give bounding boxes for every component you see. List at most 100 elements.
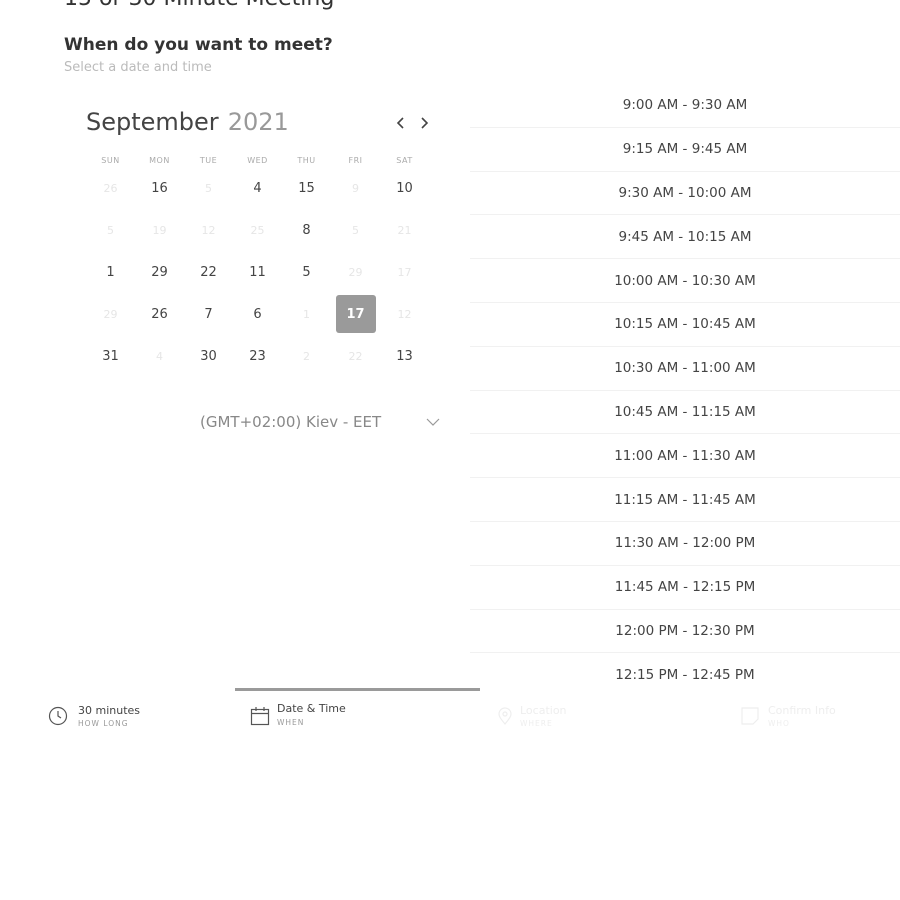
calendar-day[interactable]: 7 [184,293,233,335]
weekday-label: FRI [348,156,363,165]
calendar-day: 9 [331,168,380,210]
time-slot[interactable]: 10:15 AM - 10:45 AM [470,303,900,347]
calendar-day[interactable]: 11 [233,252,282,294]
time-slot[interactable]: 9:15 AM - 9:45 AM [470,128,900,172]
calendar-day-number: 5 [302,264,311,280]
calendar-day-number: 12 [397,307,412,321]
step-when[interactable]: Date & Time WHEN [235,688,480,738]
step-label: Confirm Info [768,704,836,717]
chevron-left-icon [396,117,404,129]
calendar-day-number: 2 [303,349,310,363]
calendar-day-number: 23 [249,348,266,364]
calendar-day-number: 26 [151,306,168,322]
calendar-day: 22 [331,335,380,377]
calendar-day-number: 29 [103,307,118,321]
time-slot-list: 9:00 AM - 9:30 AM 9:15 AM - 9:45 AM 9:30 A… [470,84,900,697]
step-label: Location [520,704,567,717]
step-progress-bar: 30 minutes HOW LONG Date & Time WHEN Loc… [0,688,900,738]
calendar-day-number: 29 [348,265,363,279]
section-heading: When do you want to meet? [64,35,333,55]
calendar-day-number: 5 [205,182,212,196]
next-month-button[interactable] [413,112,435,136]
calendar-day: 2 [282,335,331,377]
calendar-day-number: 15 [298,181,315,197]
location-pin-icon [498,707,512,725]
step-sublabel: WHEN [277,718,305,727]
chevron-down-icon[interactable] [425,414,441,430]
section-subheading: Select a date and time [64,60,212,75]
calendar-day: 26 [86,168,135,210]
calendar-week-row: 26 16 5 4 15 9 10 [86,168,429,210]
calendar-day-selected[interactable]: 17 [331,293,380,335]
time-slot[interactable]: 10:30 AM - 11:00 AM [470,347,900,391]
calendar-day[interactable]: 4 [233,168,282,210]
time-slot[interactable]: 11:30 AM - 12:00 PM [470,522,900,566]
calendar-day: 21 [380,210,429,252]
calendar-day-number: 12 [201,224,216,238]
time-slot[interactable]: 12:00 PM - 12:30 PM [470,610,900,654]
calendar-day: 5 [86,210,135,252]
calendar-day[interactable]: 6 [233,293,282,335]
calendar-day-number: 29 [151,264,168,280]
calendar-day[interactable]: 29 [135,252,184,294]
calendar-day[interactable]: 5 [282,252,331,294]
calendar-day[interactable]: 10 [380,168,429,210]
time-slot[interactable]: 10:00 AM - 10:30 AM [470,259,900,303]
calendar-header: September 2021 [86,108,438,142]
step-who: Confirm Info WHO [740,688,895,738]
calendar-day-number: 17 [397,265,412,279]
calendar-day: 4 [135,335,184,377]
step-sublabel: HOW LONG [78,719,129,728]
time-slot[interactable]: 11:00 AM - 11:30 AM [470,434,900,479]
calendar-day: 29 [86,293,135,335]
calendar-day-number: 10 [396,181,413,197]
calendar-day-number: 11 [249,264,266,280]
calendar-day[interactable]: 13 [380,335,429,377]
step-label: Date & Time [277,702,346,715]
prev-month-button[interactable] [390,112,412,136]
clock-icon [48,706,68,726]
calendar-week-row: 1 29 22 11 5 29 17 [86,252,429,294]
calendar-day-number: 22 [200,264,217,280]
weekday-label: WED [247,156,268,165]
chevron-right-icon [421,117,429,129]
note-icon [741,707,759,725]
calendar-day-number: 25 [250,224,265,238]
calendar-day-number: 30 [200,348,217,364]
calendar-day-number: 16 [151,181,168,197]
time-slot[interactable]: 11:45 AM - 12:15 PM [470,566,900,610]
time-slot[interactable]: 11:15 AM - 11:45 AM [470,478,900,522]
step-how-long[interactable]: 30 minutes HOW LONG [48,688,228,738]
time-slot[interactable]: 9:45 AM - 10:15 AM [470,215,900,260]
timezone-select[interactable]: (GMT+02:00) Kiev - EET [200,413,381,431]
calendar-icon [250,707,270,726]
calendar-week-row: 29 26 7 6 1 17 12 [86,293,429,335]
calendar-day[interactable]: 31 [86,335,135,377]
step-sublabel: WHERE [520,719,553,728]
calendar-day[interactable]: 22 [184,252,233,294]
weekday-label: TUE [199,156,218,165]
time-slot[interactable]: 9:30 AM - 10:00 AM [470,172,900,216]
calendar-grid: 26 16 5 4 15 9 10 5 19 12 25 8 5 21 1 29 22 11 5 29 17 29 26 7 6… [86,168,429,377]
step-where: Location WHERE [495,688,695,738]
calendar-day-number: 13 [396,348,413,364]
time-slot[interactable]: 9:00 AM - 9:30 AM [470,84,900,128]
calendar-day: 5 [184,168,233,210]
calendar-day[interactable]: 8 [282,210,331,252]
calendar-day[interactable]: 15 [282,168,331,210]
weekday-label: THU [297,156,316,165]
weekday-label: SAT [396,156,413,165]
calendar-day[interactable]: 23 [233,335,282,377]
calendar-day[interactable]: 16 [135,168,184,210]
calendar-day[interactable]: 1 [86,252,135,294]
calendar-day[interactable]: 26 [135,293,184,335]
calendar-day: 25 [233,210,282,252]
time-slot[interactable]: 10:45 AM - 11:15 AM [470,391,900,435]
calendar-day-number: 8 [302,223,311,239]
calendar-day-number: 5 [107,224,114,238]
calendar-day-number: 19 [152,224,167,238]
calendar-day[interactable]: 30 [184,335,233,377]
step-label: 30 minutes [78,704,141,717]
calendar-day-number: 5 [352,224,359,238]
weekday-label: MON [149,156,170,165]
